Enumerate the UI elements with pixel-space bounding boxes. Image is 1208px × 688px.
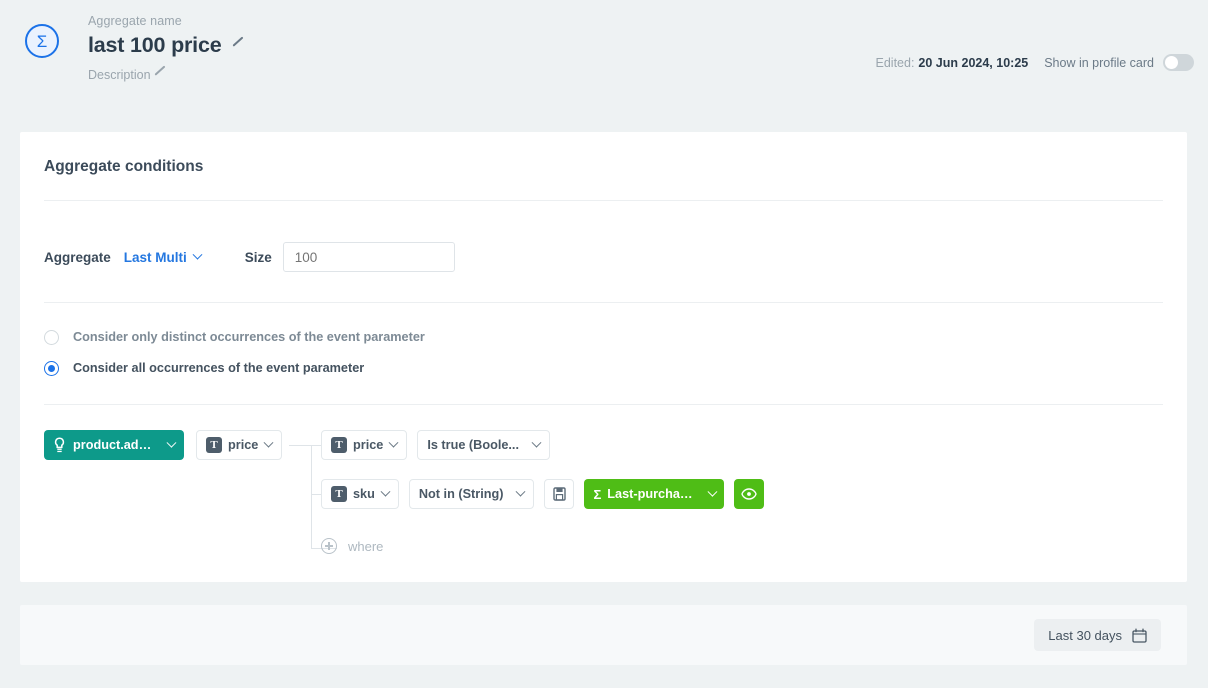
divider bbox=[44, 302, 1163, 303]
chevron-down-icon bbox=[707, 486, 717, 496]
aggregate-type-select[interactable]: Last Multi bbox=[124, 250, 201, 265]
tree-vertical-line bbox=[311, 445, 312, 548]
aggregate-name-label: Aggregate name bbox=[88, 14, 182, 28]
condition-field-label: sku bbox=[353, 487, 375, 501]
condition-operator-label: Is true (Boole... bbox=[427, 438, 519, 452]
chevron-down-icon bbox=[380, 486, 390, 496]
condition-value-label: Last-purchase... bbox=[607, 487, 699, 501]
chevron-down-icon bbox=[192, 249, 202, 259]
page-header: Σ Aggregate name last 100 price Descript… bbox=[0, 0, 1208, 112]
header-meta: Edited: 20 Jun 2024, 10:25 Show in profi… bbox=[876, 54, 1195, 71]
size-label: Size bbox=[245, 250, 272, 265]
save-value-button[interactable] bbox=[544, 479, 574, 509]
page-title: last 100 price bbox=[88, 33, 221, 58]
date-range-label: Last 30 days bbox=[1048, 628, 1122, 643]
event-bulb-icon bbox=[53, 437, 66, 453]
date-range-picker[interactable]: Last 30 days bbox=[1034, 619, 1161, 651]
radio-button-selected bbox=[44, 361, 59, 376]
event-chip-label: product.addT... bbox=[73, 438, 158, 452]
radio-label: Consider only distinct occurrences of th… bbox=[73, 330, 425, 344]
chevron-down-icon bbox=[264, 437, 274, 447]
edited-label: Edited: bbox=[876, 56, 915, 70]
builder-source-row: product.addT... T price bbox=[44, 430, 282, 460]
aggregate-settings-row: Aggregate Last Multi Size bbox=[44, 242, 455, 272]
eye-icon bbox=[741, 488, 757, 500]
condition-field-label: price bbox=[353, 438, 383, 452]
condition-rows: T price Is true (Boole... T sku bbox=[321, 430, 764, 559]
edit-title-pencil-icon[interactable] bbox=[233, 41, 244, 52]
plus-circle-icon bbox=[321, 538, 337, 554]
text-type-icon: T bbox=[331, 486, 347, 502]
edit-description-pencil-icon[interactable] bbox=[155, 70, 166, 81]
event-property-chip[interactable]: T price bbox=[196, 430, 282, 460]
event-select-chip[interactable]: product.addT... bbox=[44, 430, 184, 460]
sigma-glyph: Σ bbox=[37, 33, 48, 50]
show-in-profile-card-toggle[interactable] bbox=[1163, 54, 1194, 71]
sigma-icon: Σ bbox=[593, 488, 601, 501]
event-property-label: price bbox=[228, 438, 258, 452]
aggregate-editor-page: Σ Aggregate name last 100 price Descript… bbox=[0, 0, 1208, 688]
chevron-down-icon bbox=[532, 437, 542, 447]
aggregate-type-value: Last Multi bbox=[124, 250, 187, 265]
toggle-knob bbox=[1165, 56, 1178, 69]
page-footer: Last 30 days bbox=[20, 605, 1187, 665]
radio-distinct-occurrences[interactable]: Consider only distinct occurrences of th… bbox=[44, 324, 425, 350]
radio-button bbox=[44, 330, 59, 345]
description-label: Description bbox=[88, 68, 151, 82]
chevron-down-icon bbox=[389, 437, 399, 447]
sigma-icon: Σ bbox=[25, 24, 59, 58]
divider bbox=[44, 404, 1163, 405]
divider bbox=[44, 200, 1163, 201]
show-in-profile-card-label: Show in profile card bbox=[1044, 56, 1154, 70]
radio-label: Consider all occurrences of the event pa… bbox=[73, 361, 364, 375]
radio-all-occurrences[interactable]: Consider all occurrences of the event pa… bbox=[44, 355, 425, 381]
occurrence-radio-group: Consider only distinct occurrences of th… bbox=[44, 324, 425, 381]
add-where-label: where bbox=[348, 539, 383, 554]
text-type-icon: T bbox=[331, 437, 347, 453]
aggregate-label: Aggregate bbox=[44, 250, 111, 265]
preview-value-button[interactable] bbox=[734, 479, 764, 509]
calendar-icon bbox=[1132, 628, 1147, 643]
size-input[interactable] bbox=[283, 242, 455, 272]
edited-timestamp: 20 Jun 2024, 10:25 bbox=[918, 56, 1028, 70]
condition-row: T price Is true (Boole... bbox=[321, 430, 764, 460]
condition-field-chip[interactable]: T price bbox=[321, 430, 407, 460]
text-type-icon: T bbox=[206, 437, 222, 453]
card-title: Aggregate conditions bbox=[44, 158, 203, 176]
condition-operator-chip[interactable]: Is true (Boole... bbox=[417, 430, 550, 460]
chevron-down-icon bbox=[516, 486, 526, 496]
condition-row: T sku Not in (String) bbox=[321, 479, 764, 509]
condition-operator-label: Not in (String) bbox=[419, 487, 504, 501]
condition-field-chip[interactable]: T sku bbox=[321, 479, 399, 509]
aggregate-conditions-card: Aggregate conditions Aggregate Last Mult… bbox=[20, 132, 1187, 582]
condition-operator-chip[interactable]: Not in (String) bbox=[409, 479, 535, 509]
save-disk-icon bbox=[553, 487, 566, 501]
add-where-condition-button[interactable]: where bbox=[321, 533, 764, 559]
chevron-down-icon bbox=[167, 437, 177, 447]
tree-stub bbox=[289, 445, 311, 446]
condition-value-chip[interactable]: Σ Last-purchase... bbox=[584, 479, 724, 509]
